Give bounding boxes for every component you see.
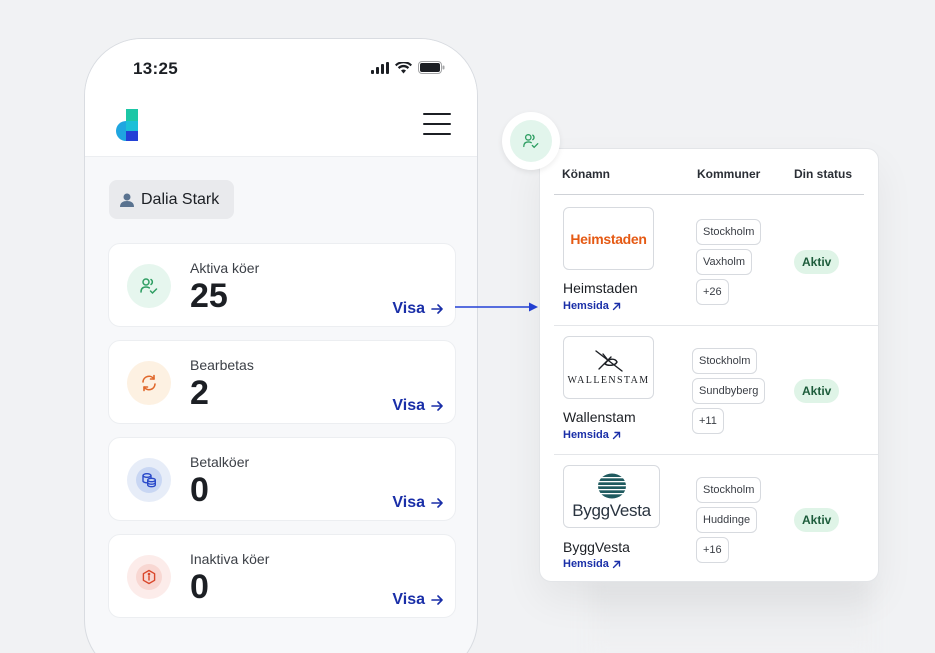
status-time: 13:25 xyxy=(133,59,178,78)
users-check-icon xyxy=(140,278,158,295)
coins-icon xyxy=(142,473,156,488)
company-name: Wallenstam xyxy=(563,409,636,425)
card-icon-circle xyxy=(127,555,171,599)
homepage-link[interactable]: Hemsida xyxy=(563,429,621,441)
battery-icon xyxy=(418,61,445,74)
card-bearbetas: Bearbetas 2 Visa xyxy=(108,340,456,424)
company-logo: Heimstaden xyxy=(563,207,654,270)
municipality-tag: +11 xyxy=(692,408,724,434)
queue-badge xyxy=(502,112,560,170)
connector-arrow xyxy=(455,302,538,312)
visa-label: Visa xyxy=(392,494,425,511)
visa-link[interactable]: Visa xyxy=(392,591,443,609)
municipality-tag: Sundbyberg xyxy=(692,378,766,404)
logo-text: ByggVesta xyxy=(572,500,651,520)
municipality-tag: +26 xyxy=(696,279,729,305)
logo-text: Heimstaden xyxy=(570,230,647,247)
queue-table: Könamn Kommuner Din status Heimstaden He… xyxy=(539,148,879,582)
visa-link[interactable]: Visa xyxy=(392,494,443,512)
homepage-label: Hemsida xyxy=(563,558,609,570)
homepage-link[interactable]: Hemsida xyxy=(563,558,621,570)
user-icon xyxy=(120,193,134,207)
refresh-icon xyxy=(142,374,156,392)
status-badge: Aktiv xyxy=(794,250,840,274)
homepage-link[interactable]: Hemsida xyxy=(563,300,621,312)
row-divider xyxy=(554,454,878,455)
status-badge: Aktiv xyxy=(794,508,840,532)
logo-text: WALLENSTAM xyxy=(567,374,650,386)
hamburger-menu-icon[interactable] xyxy=(423,113,453,137)
phone-frame: 13:25 Dalia Stark Aktiva köer 25 Visa Be… xyxy=(84,38,478,653)
company-name: Heimstaden xyxy=(563,280,638,296)
card-inaktiva-koer: Inaktiva köer 0 Visa xyxy=(108,534,456,618)
company-name: ByggVesta xyxy=(563,539,630,555)
arrow-right-icon xyxy=(431,304,443,314)
municipality-tag: +16 xyxy=(696,537,729,563)
card-value: 0 xyxy=(190,471,209,509)
card-betalkoer: Betalköer 0 Visa xyxy=(108,437,456,521)
homepage-label: Hemsida xyxy=(563,300,609,312)
municipality-tag: Stockholm xyxy=(696,219,762,245)
card-icon-circle xyxy=(127,264,171,308)
card-label: Aktiva köer xyxy=(190,260,260,276)
header-municipalities: Kommuner xyxy=(697,167,761,181)
visa-label: Visa xyxy=(392,397,425,414)
info-hexagon-icon xyxy=(142,569,156,585)
user-chip[interactable]: Dalia Stark xyxy=(109,180,235,219)
header-divider xyxy=(554,194,864,195)
user-name: Dalia Stark xyxy=(141,190,220,208)
wallenstam-emblem-icon xyxy=(594,349,623,372)
municipality-tag: Vaxholm xyxy=(696,249,752,275)
wifi-icon xyxy=(395,61,412,73)
municipality-tag: Stockholm xyxy=(692,348,758,374)
visa-link[interactable]: Visa xyxy=(392,300,443,318)
panel-shadow xyxy=(590,580,870,653)
card-label: Betalköer xyxy=(190,454,250,470)
card-icon-circle xyxy=(127,361,171,405)
visa-link[interactable]: Visa xyxy=(392,397,443,415)
signal-icon xyxy=(371,61,389,74)
card-value: 2 xyxy=(190,374,209,412)
card-label: Inaktiva köer xyxy=(190,551,270,567)
card-value: 25 xyxy=(190,277,228,315)
municipality-tag: Huddinge xyxy=(696,507,758,533)
external-link-icon xyxy=(612,302,621,310)
card-value: 0 xyxy=(190,568,209,606)
arrow-right-icon xyxy=(431,401,443,411)
arrow-right-icon xyxy=(431,595,443,605)
row-divider xyxy=(554,325,878,326)
header-status: Din status xyxy=(794,167,853,181)
company-logo: WALLENSTAM xyxy=(563,336,654,399)
card-label: Bearbetas xyxy=(190,357,254,373)
status-icons xyxy=(371,61,445,74)
card-icon-circle xyxy=(127,458,171,502)
municipality-tag: Stockholm xyxy=(696,477,762,503)
app-header: 13:25 xyxy=(85,39,477,157)
external-link-icon xyxy=(612,431,621,439)
visa-label: Visa xyxy=(392,591,425,608)
users-check-icon xyxy=(523,134,539,149)
company-logo: ByggVesta xyxy=(563,465,660,528)
arrow-right-icon xyxy=(431,498,443,508)
app-logo xyxy=(116,109,138,141)
homepage-label: Hemsida xyxy=(563,429,609,441)
card-aktiva-koer: Aktiva köer 25 Visa xyxy=(108,243,456,327)
byggvesta-emblem-icon xyxy=(596,473,627,498)
status-badge: Aktiv xyxy=(794,379,840,403)
visa-label: Visa xyxy=(392,300,425,317)
external-link-icon xyxy=(612,560,621,568)
header-name: Könamn xyxy=(562,167,610,181)
